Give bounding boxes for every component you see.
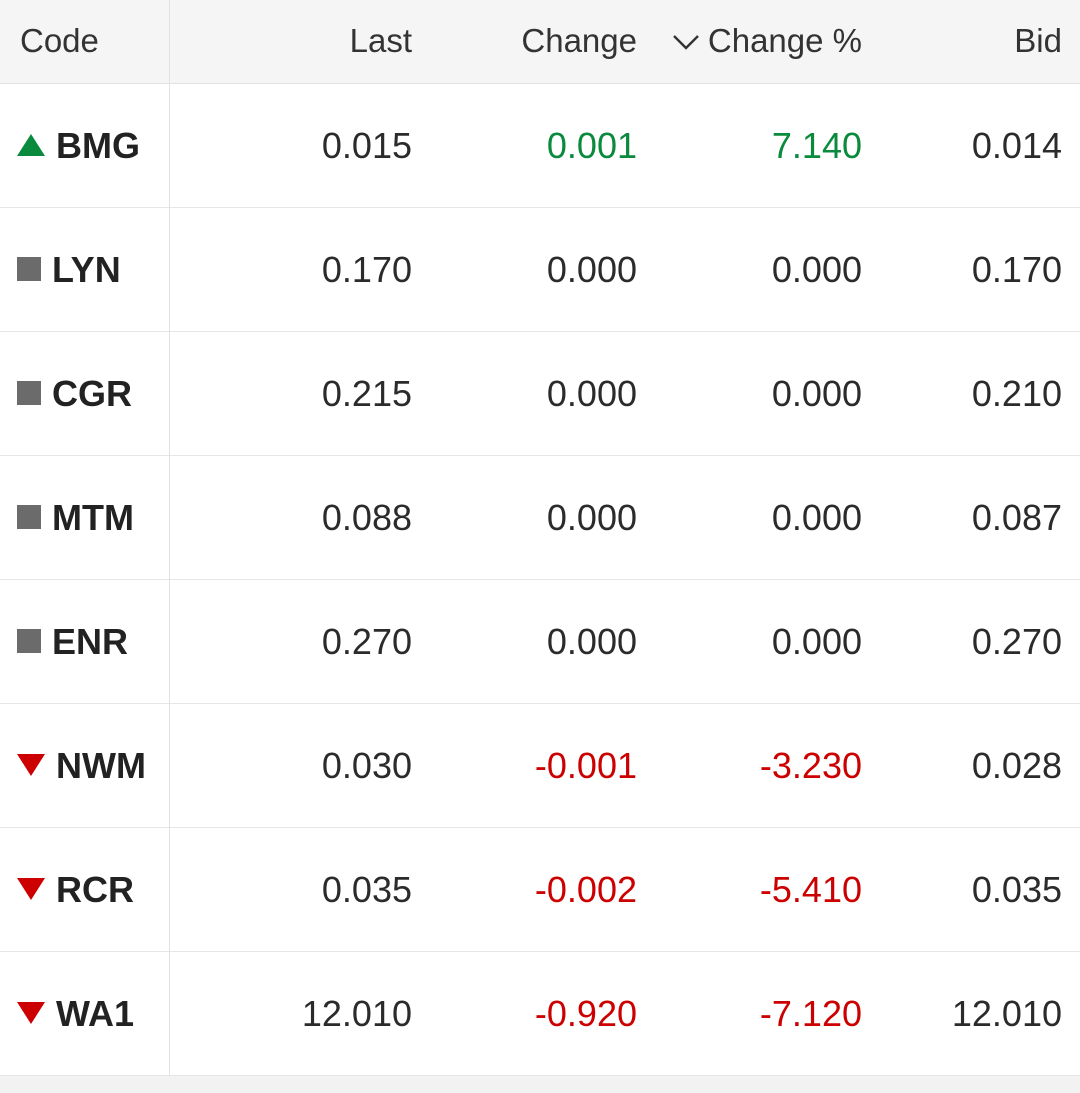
header-bid[interactable]: Bid (862, 0, 1062, 84)
table-row[interactable]: WA1 12.010 -0.920 -7.120 12.010 (0, 952, 1080, 1076)
trend-flat-icon (16, 256, 42, 282)
stock-code: MTM (52, 497, 134, 538)
change-value: -0.001 (534, 745, 637, 786)
stock-table: Code Last Change Change % Bid BMG 0.015 … (0, 0, 1080, 1093)
last-price: 0.035 (321, 869, 412, 910)
trend-up-icon (16, 132, 46, 158)
change-percent-value: 0.000 (771, 373, 862, 414)
stock-code: LYN (52, 249, 121, 290)
bid-price: 0.270 (971, 621, 1062, 662)
table-row[interactable]: ENR 0.270 0.000 0.000 0.270 (0, 580, 1080, 704)
last-price: 0.270 (321, 621, 412, 662)
change-value: 0.000 (546, 249, 637, 290)
table-row[interactable]: CGR 0.215 0.000 0.000 0.210 (0, 332, 1080, 456)
last-price: 0.170 (321, 249, 412, 290)
table-body: BMG 0.015 0.001 7.140 0.014 LYN 0.170 0.… (0, 84, 1080, 1076)
last-price: 0.088 (321, 497, 412, 538)
change-percent-value: -7.120 (759, 993, 862, 1034)
change-percent-value: 0.000 (771, 621, 862, 662)
table-row[interactable]: MTM 0.088 0.000 0.000 0.087 (0, 456, 1080, 580)
header-change-percent[interactable]: Change % (637, 0, 862, 84)
change-value: 0.000 (546, 621, 637, 662)
stock-code: NWM (56, 745, 146, 786)
table-row[interactable]: NWM 0.030 -0.001 -3.230 0.028 (0, 704, 1080, 828)
table-row[interactable]: RCR 0.035 -0.002 -5.410 0.035 (0, 828, 1080, 952)
last-price: 0.015 (321, 125, 412, 166)
bid-price: 0.087 (971, 497, 1062, 538)
last-price: 12.010 (301, 993, 412, 1034)
table-row[interactable]: BMG 0.015 0.001 7.140 0.014 (0, 84, 1080, 208)
trend-down-icon (16, 1000, 46, 1026)
change-percent-value: -5.410 (759, 869, 862, 910)
table-footer (0, 1076, 1080, 1093)
chevron-down-icon (672, 0, 700, 81)
change-percent-value: -3.230 (759, 745, 862, 786)
last-price: 0.215 (321, 373, 412, 414)
bid-price: 0.014 (971, 125, 1062, 166)
stock-code: RCR (56, 869, 134, 910)
change-value: 0.001 (546, 125, 637, 166)
change-percent-value: 0.000 (771, 497, 862, 538)
table-row[interactable]: LYN 0.170 0.000 0.000 0.170 (0, 208, 1080, 332)
header-change-percent-label: Change % (707, 22, 862, 59)
change-percent-value: 7.140 (771, 125, 862, 166)
bid-price: 12.010 (951, 993, 1062, 1034)
change-value: 0.000 (546, 497, 637, 538)
stock-code: WA1 (56, 993, 135, 1034)
bid-price: 0.210 (971, 373, 1062, 414)
stock-code: CGR (52, 373, 132, 414)
stock-code: ENR (52, 621, 129, 662)
trend-flat-icon (16, 380, 42, 406)
trend-flat-icon (16, 504, 42, 530)
trend-flat-icon (16, 628, 42, 654)
bid-price: 0.028 (971, 745, 1062, 786)
bid-price: 0.035 (971, 869, 1062, 910)
bid-price: 0.170 (971, 249, 1062, 290)
change-value: 0.000 (546, 373, 637, 414)
table-header: Code Last Change Change % Bid (0, 0, 1080, 84)
change-value: -0.920 (534, 993, 637, 1034)
stock-code: BMG (56, 125, 140, 166)
trend-down-icon (16, 752, 46, 778)
change-percent-value: 0.000 (771, 249, 862, 290)
header-code[interactable]: Code (0, 0, 170, 84)
trend-down-icon (16, 876, 46, 902)
header-last[interactable]: Last (170, 0, 412, 84)
change-value: -0.002 (534, 869, 637, 910)
last-price: 0.030 (321, 745, 412, 786)
header-change[interactable]: Change (412, 0, 637, 84)
